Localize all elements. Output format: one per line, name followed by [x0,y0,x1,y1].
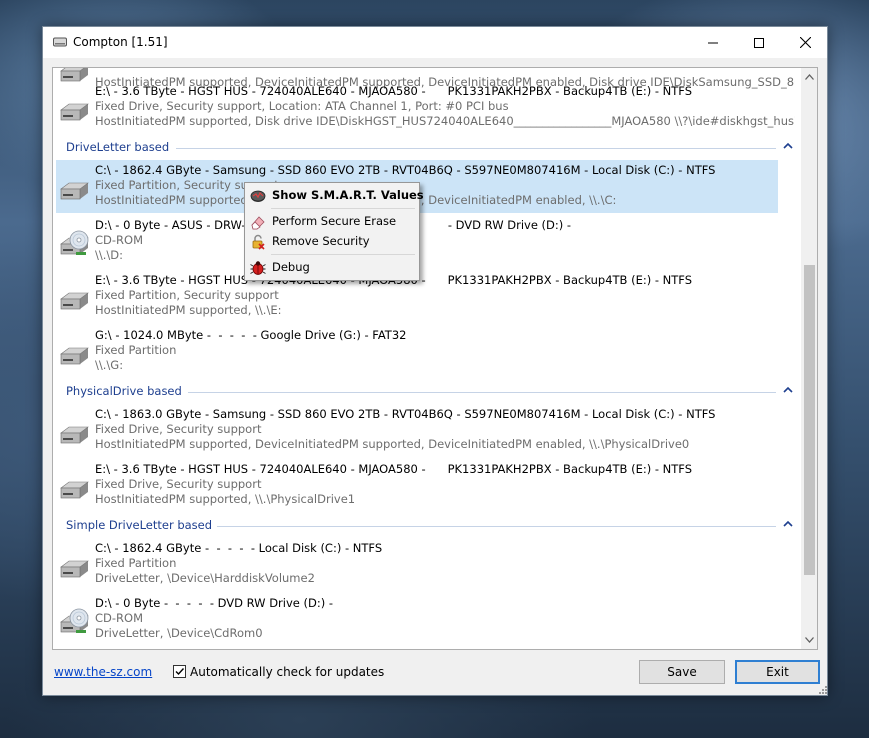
menu-item-label: Show S.M.A.R.T. Values [272,188,424,202]
scroll-down-arrow-icon[interactable] [805,637,814,643]
group-label: DriveLetter based [66,140,170,154]
window-title: Compton [1.51] [73,35,168,49]
drive-type: Fixed Partition, Security support [95,178,279,192]
drive-list-item[interactable]: C:\ - 1863.0 GByte - Samsung - SSD 860 E… [53,404,801,457]
hard-drive-icon [58,338,90,370]
checkmark-icon [175,668,185,676]
drive-title: E:\ - 3.6 TByte - HGST HUS - 724040ALE64… [95,84,693,98]
drive-list-item[interactable]: G:\ - 1024.0 MByte - - - - - Google Driv… [53,325,801,378]
group-label: PhysicalDrive based [66,384,182,398]
drive-type: Fixed Drive, Security support, Location:… [95,99,509,113]
drive-list-content: HostInitiatedPM supported, DeviceInitiat… [53,68,801,649]
group-header-physicaldrive[interactable]: PhysicalDrive based [53,382,801,400]
drive-details: HostInitiatedPM supported, Disk drive ID… [95,114,795,128]
drive-details: \\.\D: [95,248,124,262]
minimize-button[interactable] [690,27,736,58]
drive-title: D:\ - 0 Byte - ASUS - DRW-24D5MT - 1.00 … [95,218,572,232]
drive-list-item[interactable]: E:\ - 3.6 TByte - HGST HUS - 724040ALE64… [53,81,801,134]
drive-details: HostInitiatedPM supported, \\.\PhysicalD… [95,492,356,506]
website-link[interactable]: www.the-sz.com [54,665,152,679]
scroll-up-arrow-icon[interactable] [805,74,814,80]
menu-item-label: Remove Security [272,234,370,248]
maximize-icon [754,37,764,48]
menu-item-remove-security[interactable]: Remove Security [245,231,419,251]
drive-title: E:\ - 3.6 TByte - HGST HUS - 724040ALE64… [95,273,693,287]
group-header-driveletter[interactable]: DriveLetter based [53,138,801,156]
drive-list-item[interactable]: C:\ - 1862.4 GByte - - - - - Local Disk … [53,538,801,591]
menu-separator [271,208,415,209]
drive-type: Fixed Partition, Security support [95,288,279,302]
drive-type: CD-ROM [95,233,143,247]
context-menu: Show S.M.A.R.T. Values Perform Secure Er… [244,182,424,281]
drive-details: HostInitiatedPM supported, DeviceInitiat… [95,437,690,451]
drive-details: \\.\G: [95,358,124,372]
drive-details: HostInitiatedPM supported, \\.\E: [95,303,282,317]
maximize-button[interactable] [736,27,782,58]
drive-list-item[interactable]: D:\ - 0 Byte - - - - - DVD RW Drive (D:)… [53,593,801,646]
drive-title: D:\ - 0 Byte - - - - - DVD RW Drive (D:)… [95,596,334,610]
scrollbar-thumb[interactable] [804,265,815,575]
drive-list-item[interactable]: E:\ - 3.6 TByte - HGST HUS - 724040ALE64… [53,270,801,323]
save-button[interactable]: Save [639,660,725,684]
cd-drive-icon [58,606,90,638]
drive-type: CD-ROM [95,611,143,625]
drive-title: C:\ - 1862.4 GByte - Samsung - SSD 860 E… [95,163,716,177]
collapse-chevron-icon[interactable] [783,520,793,528]
drive-app-icon [53,37,67,47]
bug-icon [250,261,266,275]
eraser-icon [251,216,265,230]
drive-list[interactable]: HostInitiatedPM supported, DeviceInitiat… [52,67,818,650]
group-divider [188,392,776,393]
drive-details: DriveLetter, \Device\HarddiskVolume2 [95,571,315,585]
drive-type: Fixed Partition [95,556,177,570]
collapse-chevron-icon[interactable] [783,386,793,394]
unlock-icon [252,234,265,250]
hard-drive-icon [58,472,90,504]
drive-type: Fixed Drive, Security support [95,477,262,491]
group-divider [176,148,776,149]
minimize-icon [708,42,718,43]
drive-type [95,68,795,75]
group-divider [217,526,776,527]
drive-title: G:\ - 1024.0 MByte - - - - - Google Driv… [95,328,407,342]
smart-values-icon [250,190,266,202]
group-header-simple-driveletter[interactable]: Simple DriveLetter based [53,516,801,534]
menu-item-show-smart-values[interactable]: Show S.M.A.R.T. Values [245,185,424,205]
menu-item-label: Debug [272,260,310,274]
drive-details: HostInitiatedPM supported, DeviceInitiat… [95,193,617,207]
drive-list-item[interactable]: E:\ - 3.6 TByte - HGST HUS - 724040ALE64… [53,459,801,512]
exit-button[interactable]: Exit [735,660,820,684]
drive-title: C:\ - 1862.4 GByte - - - - - Local Disk … [95,541,383,555]
menu-item-label: Perform Secure Erase [272,214,397,228]
group-label: Simple DriveLetter based [66,518,213,532]
auto-update-checkbox[interactable] [173,665,186,678]
drive-title: C:\ - 1863.0 GByte - Samsung - SSD 860 E… [95,407,716,421]
hard-drive-icon [58,173,90,205]
vertical-scrollbar[interactable] [801,68,817,649]
cd-drive-icon [58,228,90,260]
drive-type: Fixed Drive, Security support [95,422,262,436]
resize-grip-icon[interactable] [819,686,827,694]
close-button[interactable] [782,27,828,58]
drive-title: E:\ - 3.6 TByte - HGST HUS - 724040ALE64… [95,462,693,476]
hard-drive-icon [58,417,90,449]
menu-item-debug[interactable]: Debug [245,257,419,277]
app-window: Compton [1.51] HostInitiatedPM supported… [42,26,828,696]
menu-item-perform-secure-erase[interactable]: Perform Secure Erase [245,211,419,231]
menu-separator [271,254,415,255]
drive-list-item[interactable]: D:\ - 0 Byte - ASUS - DRW-24D5MT - 1.00 … [53,215,801,268]
collapse-chevron-icon[interactable] [783,142,793,150]
hard-drive-icon [58,283,90,315]
drive-details: DriveLetter, \Device\CdRom0 [95,626,263,640]
drive-type: Fixed Partition [95,343,177,357]
hard-drive-icon [58,94,90,126]
hard-drive-icon [58,551,90,583]
title-bar[interactable]: Compton [1.51] [43,27,827,58]
auto-update-label[interactable]: Automatically check for updates [190,665,384,679]
close-icon [799,37,811,48]
